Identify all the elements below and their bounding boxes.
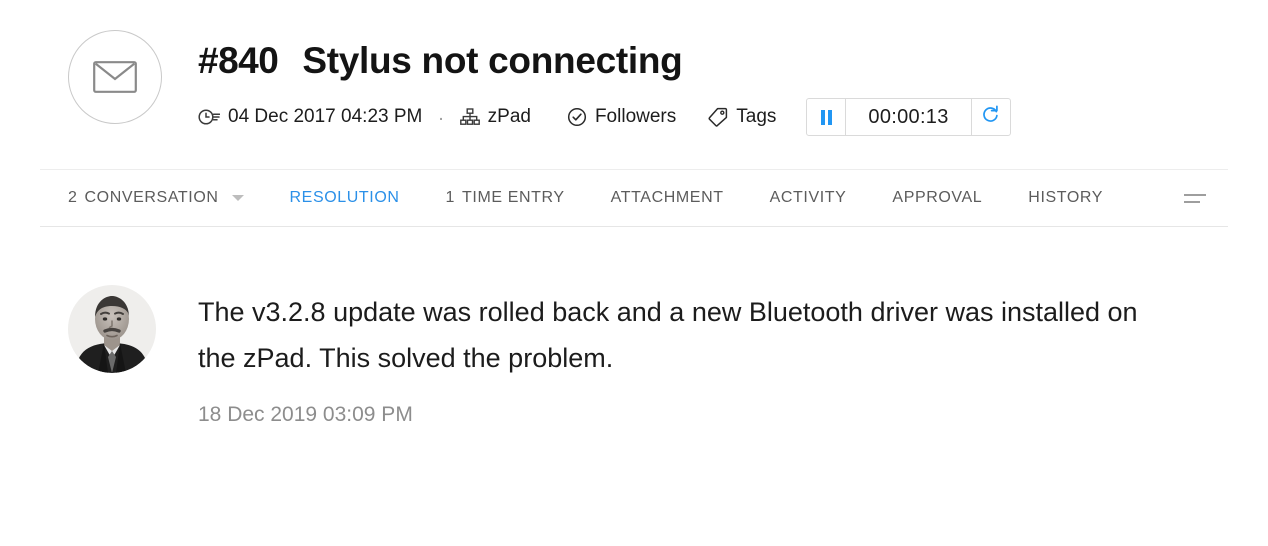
tags-label: Tags — [736, 106, 777, 127]
avatar — [68, 285, 156, 373]
sitemap-icon — [459, 108, 480, 126]
tab-history-label: HISTORY — [1028, 189, 1104, 206]
tab-conversation-label: CONVERSATION — [84, 189, 219, 206]
timer-pause-button[interactable] — [807, 99, 847, 135]
tab-resolution[interactable]: RESOLUTION — [290, 189, 400, 207]
tab-attachment[interactable]: ATTACHMENT — [611, 189, 724, 207]
ticket-channel-avatar — [68, 30, 162, 124]
resolution-message: The v3.2.8 update was rolled back and a … — [0, 227, 1268, 427]
ticket-id: #840 — [198, 40, 279, 81]
envelope-icon — [93, 61, 137, 93]
tag-icon — [708, 107, 728, 127]
tags-button[interactable]: Tags — [708, 106, 776, 128]
ticket-header-main: #840 Stylus not connecting 04 Dec 2017 0… — [198, 28, 1011, 136]
tab-conversation[interactable]: 2 CONVERSATION — [68, 189, 244, 207]
meta-separator-dot: . — [438, 104, 444, 125]
resolution-body: The v3.2.8 update was rolled back and a … — [198, 285, 1148, 427]
tab-resolution-label: RESOLUTION — [289, 189, 400, 206]
tab-attachment-label: ATTACHMENT — [610, 189, 724, 206]
ticket-created-date: 04 Dec 2017 04:23 PM — [198, 106, 422, 128]
tab-time-entry[interactable]: 1 TIME ENTRY — [446, 189, 565, 207]
ticket-header: #840 Stylus not connecting 04 Dec 2017 0… — [0, 0, 1268, 136]
ticket-asset[interactable]: zPad — [459, 106, 531, 128]
tab-approval-label: APPROVAL — [892, 189, 983, 206]
ticket-subject: Stylus not connecting — [302, 40, 683, 81]
tab-activity-label: ACTIVITY — [769, 189, 847, 206]
tab-history[interactable]: HISTORY — [1028, 189, 1103, 207]
page-title: #840 Stylus not connecting — [198, 40, 1011, 82]
clock-lines-icon — [198, 108, 220, 126]
ticket-asset-label: zPad — [487, 106, 531, 127]
tab-approval[interactable]: APPROVAL — [892, 189, 982, 207]
timer-reset-button[interactable] — [970, 99, 1010, 135]
followers-button[interactable]: Followers — [567, 106, 676, 128]
chevron-down-icon[interactable] — [231, 195, 244, 201]
ticket-created-date-text: 04 Dec 2017 04:23 PM — [228, 106, 423, 127]
hamburger-menu-icon[interactable] — [1184, 193, 1206, 203]
ticket-tabs: 2 CONVERSATION RESOLUTION 1 TIME ENTRY A… — [40, 170, 1228, 226]
ticket-tabs-bar: 2 CONVERSATION RESOLUTION 1 TIME ENTRY A… — [40, 169, 1228, 227]
tab-activity[interactable]: ACTIVITY — [770, 189, 847, 207]
ticket-meta-row: 04 Dec 2017 04:23 PM . zPad Followers Ta… — [198, 98, 1011, 136]
timer-value: 00:00:13 — [868, 105, 949, 128]
user-photo-avatar — [68, 285, 156, 373]
tab-conversation-count: 2 — [68, 189, 78, 206]
ticket-timer-widget: 00:00:13 — [806, 98, 1011, 136]
followers-label: Followers — [594, 106, 677, 127]
pause-icon — [820, 109, 832, 125]
resolution-timestamp: 18 Dec 2019 03:09 PM — [198, 403, 413, 426]
tab-time-entry-count: 1 — [445, 189, 456, 206]
check-circle-icon — [567, 107, 587, 127]
refresh-icon — [981, 105, 1000, 129]
tab-time-entry-label: TIME ENTRY — [462, 189, 565, 206]
resolution-text: The v3.2.8 update was rolled back and a … — [198, 297, 1138, 373]
